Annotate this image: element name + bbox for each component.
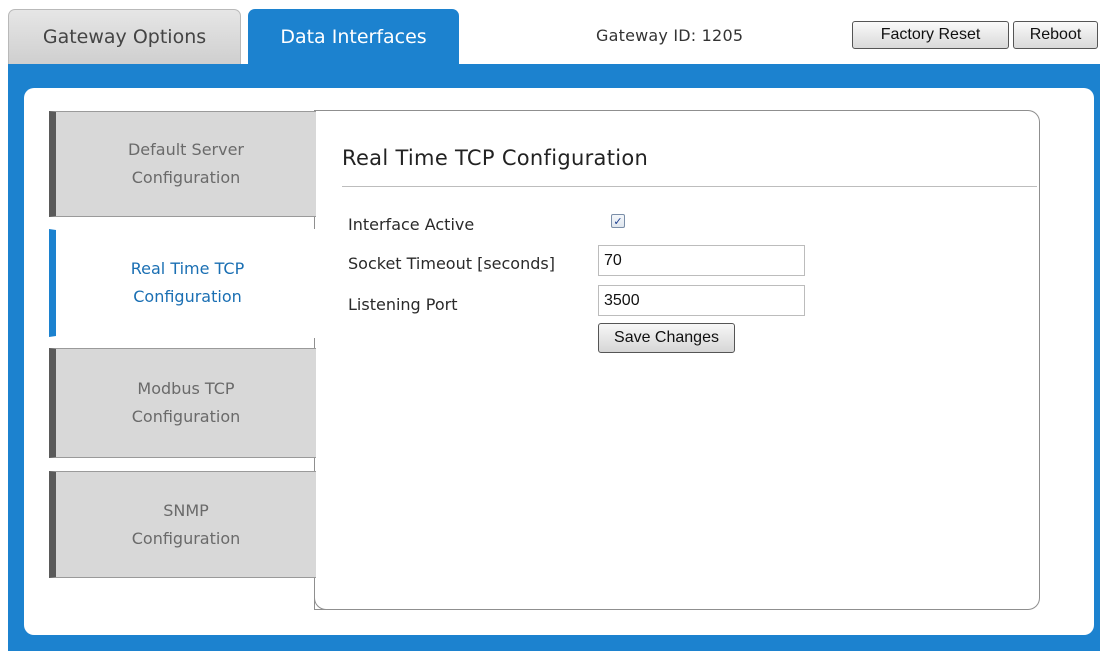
- page-title: Real Time TCP Configuration: [342, 146, 649, 170]
- config-panel: [314, 110, 1040, 610]
- tab-gateway-options[interactable]: Gateway Options: [8, 9, 241, 64]
- sidebar-item-label: Real Time TCP Configuration: [130, 259, 245, 306]
- sidebar-item-real-time-tcp[interactable]: Real Time TCP Configuration: [49, 229, 319, 337]
- sidebar-item-snmp[interactable]: SNMP Configuration: [49, 471, 316, 578]
- save-changes-button[interactable]: Save Changes: [598, 323, 735, 353]
- tab-gateway-options-label: Gateway Options: [42, 26, 207, 48]
- interface-active-checkbox[interactable]: ✓: [611, 214, 625, 228]
- listening-port-input[interactable]: [598, 285, 805, 316]
- gateway-id-text: Gateway ID: 1205: [596, 26, 744, 45]
- socket-timeout-input[interactable]: [598, 245, 805, 276]
- sidebar-item-label: Modbus TCP Configuration: [131, 379, 241, 426]
- factory-reset-button[interactable]: Factory Reset: [852, 21, 1009, 49]
- sidebar-item-label: Default Server Configuration: [127, 140, 244, 187]
- sidebar-item-default-server[interactable]: Default Server Configuration: [49, 111, 316, 217]
- socket-timeout-label: Socket Timeout [seconds]: [348, 254, 555, 273]
- interface-active-label: Interface Active: [348, 215, 475, 234]
- tab-data-interfaces-label: Data Interfaces: [280, 25, 427, 48]
- sidebar-item-label: SNMP Configuration: [131, 500, 241, 548]
- title-divider: [342, 186, 1037, 187]
- tab-data-interfaces[interactable]: Data Interfaces: [248, 9, 459, 64]
- sidebar-item-modbus-tcp[interactable]: Modbus TCP Configuration: [49, 348, 316, 458]
- checkmark-icon: ✓: [613, 214, 623, 228]
- reboot-button[interactable]: Reboot: [1013, 21, 1098, 49]
- listening-port-label: Listening Port: [348, 295, 458, 314]
